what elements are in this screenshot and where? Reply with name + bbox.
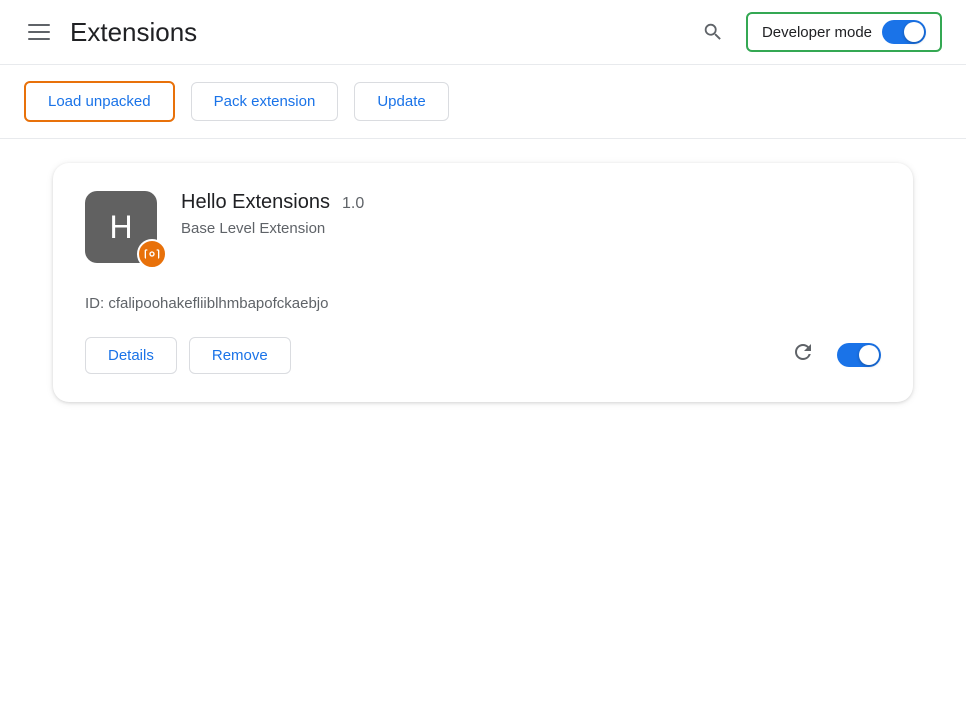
main-content: H Hello Extensions 1.0 Base Level Extens… bbox=[0, 139, 966, 426]
developer-mode-label: Developer mode bbox=[762, 24, 872, 41]
load-unpacked-button[interactable]: Load unpacked bbox=[24, 81, 175, 122]
reload-icon bbox=[791, 340, 815, 364]
developer-mode-toggle[interactable] bbox=[882, 20, 926, 44]
extension-icon-wrapper: H bbox=[85, 191, 157, 263]
menu-icon[interactable] bbox=[24, 20, 54, 44]
search-icon bbox=[702, 21, 724, 43]
extension-name-row: Hello Extensions 1.0 bbox=[181, 191, 881, 214]
page-title: Extensions bbox=[70, 17, 197, 48]
card-top: H Hello Extensions 1.0 Base Level Extens… bbox=[85, 191, 881, 263]
extension-toggle-track bbox=[837, 343, 881, 367]
toggle-track bbox=[882, 20, 926, 44]
extension-name: Hello Extensions bbox=[181, 191, 330, 214]
card-actions-right bbox=[787, 336, 881, 374]
extension-toggle-thumb bbox=[859, 345, 879, 365]
toggle-thumb bbox=[904, 22, 924, 42]
extension-info: Hello Extensions 1.0 Base Level Extensio… bbox=[181, 191, 881, 237]
developer-mode-box: Developer mode bbox=[746, 12, 942, 52]
extension-icon-letter: H bbox=[109, 209, 132, 246]
extension-id: ID: cfalipoohakefliiblhmbapofckaebjo bbox=[85, 295, 881, 312]
card-bottom: Details Remove bbox=[85, 336, 881, 374]
header-left: Extensions bbox=[24, 17, 197, 48]
pack-extension-button[interactable]: Pack extension bbox=[191, 82, 339, 121]
extension-badge bbox=[137, 239, 167, 269]
reload-button[interactable] bbox=[787, 336, 819, 374]
remove-button[interactable]: Remove bbox=[189, 337, 291, 374]
extension-description: Base Level Extension bbox=[181, 220, 881, 237]
badge-icon bbox=[144, 246, 160, 262]
toolbar: Load unpacked Pack extension Update bbox=[0, 65, 966, 139]
header: Extensions Developer mode bbox=[0, 0, 966, 65]
search-button[interactable] bbox=[696, 15, 730, 49]
update-button[interactable]: Update bbox=[354, 82, 448, 121]
extension-toggle[interactable] bbox=[837, 343, 881, 367]
extension-version: 1.0 bbox=[342, 195, 364, 213]
extension-card: H Hello Extensions 1.0 Base Level Extens… bbox=[53, 163, 913, 402]
details-button[interactable]: Details bbox=[85, 337, 177, 374]
header-right: Developer mode bbox=[696, 12, 942, 52]
